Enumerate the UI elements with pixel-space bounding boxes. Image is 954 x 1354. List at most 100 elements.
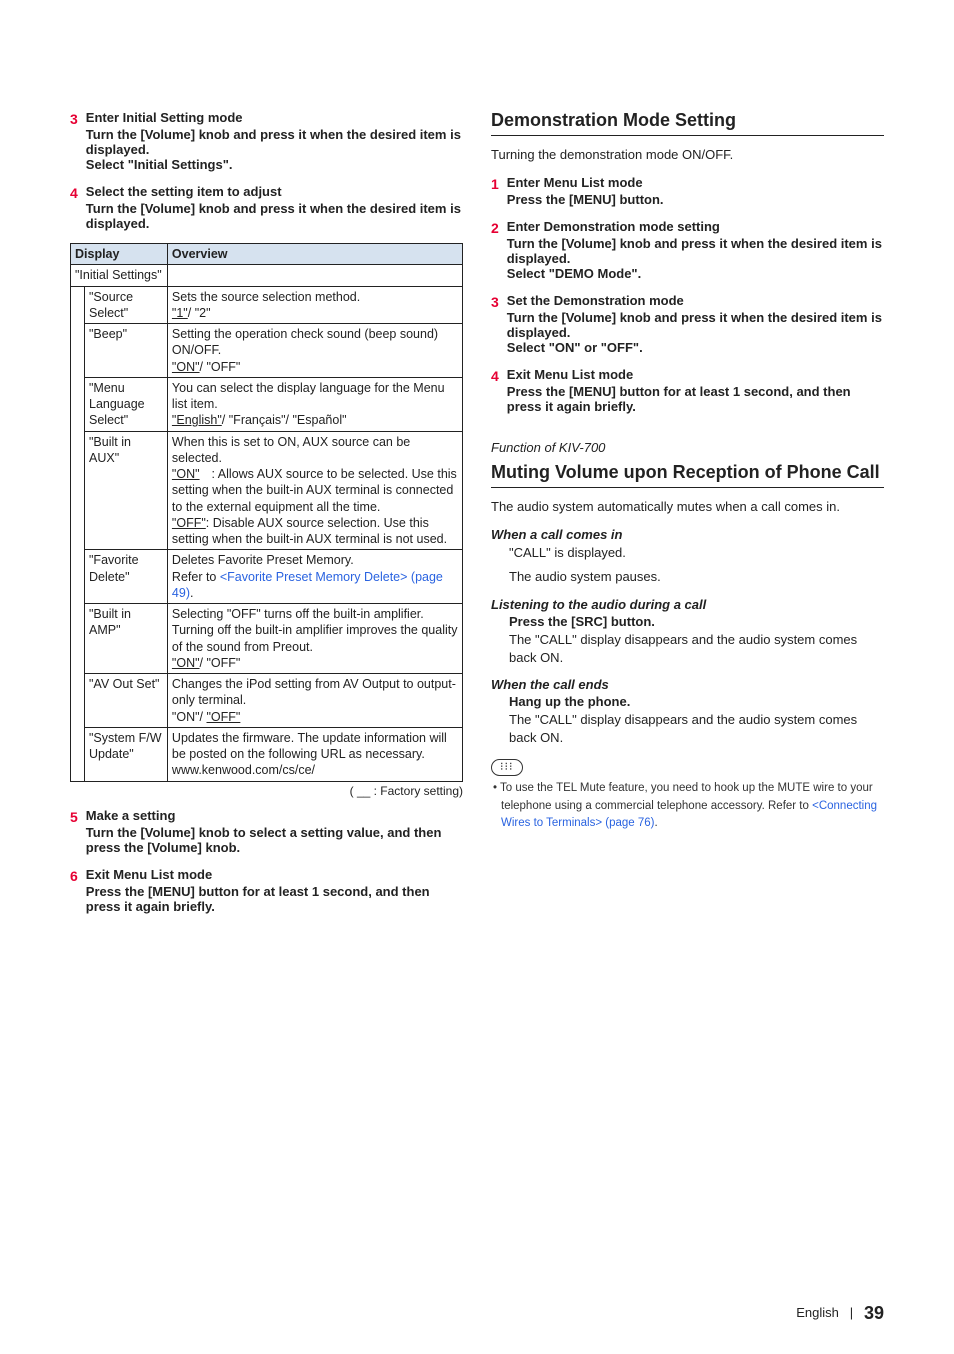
step-number: 4 — [491, 367, 499, 414]
ov-text: Changes the iPod setting from AV Output … — [172, 677, 456, 707]
row-source-select-ov: Sets the source selection method. "1"/ "… — [167, 286, 462, 324]
sub-when-call-comes: When a call comes in — [491, 527, 884, 542]
row-fav-delete-ov: Deletes Favorite Preset Memory. Refer to… — [167, 550, 462, 604]
step-action: Turn the [Volume] knob and press it when… — [507, 310, 884, 355]
right-column: Demonstration Mode Setting Turning the d… — [491, 110, 884, 926]
step-number: 3 — [70, 110, 78, 172]
ov-text: Deletes Favorite Preset Memory. — [172, 553, 354, 567]
row-built-in-aux-ov: When this is set to ON, AUX source can b… — [167, 431, 462, 550]
demo-intro: Turning the demonstration mode ON/OFF. — [491, 146, 884, 165]
sub-text: The "CALL" display disappears and the au… — [509, 631, 884, 667]
row-built-in-amp-ov: Selecting "OFF" turns off the built-in a… — [167, 604, 462, 674]
step-title: Select the setting item to adjust — [86, 184, 463, 199]
off-opt: "OFF" — [172, 516, 206, 530]
section-rule — [491, 487, 884, 488]
row-fw-update: "System F/W Update" — [85, 727, 168, 781]
function-of-label: Function of KIV-700 — [491, 440, 884, 455]
row-source-select: "Source Select" — [85, 286, 168, 324]
step-number: 1 — [491, 175, 499, 207]
row-initial-settings: "Initial Settings" — [71, 265, 168, 286]
step-action: Press the [MENU] button for at least 1 s… — [86, 884, 463, 914]
default-opt: "OFF" — [207, 710, 241, 724]
left-column: 3 Enter Initial Setting mode Turn the [V… — [70, 110, 463, 926]
step-number: 4 — [70, 184, 78, 231]
row-av-out-set-ov: Changes the iPod setting from AV Output … — [167, 674, 462, 728]
row-initial-settings-ov — [167, 265, 462, 286]
step-action: Turn the [Volume] knob and press it when… — [86, 127, 463, 172]
sub-line: The audio system pauses. — [509, 568, 884, 586]
tel-mute-note: • To use the TEL Mute feature, you need … — [501, 780, 884, 832]
off-desc: : Disable AUX source selection. Use this… — [172, 516, 447, 546]
step-action: Press the [MENU] button. — [507, 192, 884, 207]
ov-text: Selecting "OFF" turns off the built-in a… — [172, 607, 458, 654]
default-opt: "ON" — [172, 360, 200, 374]
factory-setting-note: ( __ : Factory setting) — [70, 784, 463, 798]
step-title: Enter Initial Setting mode — [86, 110, 463, 125]
step-title: Set the Demonstration mode — [507, 293, 884, 308]
demo-step-3: 3 Set the Demonstration mode Turn the [V… — [491, 293, 884, 355]
step-5: 5 Make a setting Turn the [Volume] knob … — [70, 808, 463, 855]
row-beep-ov: Setting the operation check sound (beep … — [167, 324, 462, 378]
ov-text: You can select the display language for … — [172, 381, 445, 411]
sub-text: The "CALL" display disappears and the au… — [509, 711, 884, 747]
indent-stub — [71, 604, 85, 674]
row-av-out-set: "AV Out Set" — [85, 674, 168, 728]
ov-text: Sets the source selection method. — [172, 290, 360, 304]
mute-intro: The audio system automatically mutes whe… — [491, 498, 884, 517]
footer-sep: | — [850, 1305, 853, 1320]
ov-text: Setting the operation check sound (beep … — [172, 327, 438, 357]
indent-stub — [71, 324, 85, 378]
default-opt: "1" — [172, 306, 188, 320]
indent-stub — [71, 674, 85, 728]
ov-pre: Refer to — [172, 570, 220, 584]
indent-stub — [71, 377, 85, 431]
step-title: Exit Menu List mode — [86, 867, 463, 882]
step-3: 3 Enter Initial Setting mode Turn the [V… — [70, 110, 463, 172]
row-built-in-aux: "Built in AUX" — [85, 431, 168, 550]
col-overview: Overview — [167, 244, 462, 265]
step-action: Turn the [Volume] knob to select a setti… — [86, 825, 463, 855]
step-number: 3 — [491, 293, 499, 355]
step-number: 6 — [70, 867, 78, 914]
sub-action: Press the [SRC] button. — [509, 614, 884, 629]
step-title: Enter Demonstration mode setting — [507, 219, 884, 234]
page-footer: English | 39 — [796, 1303, 884, 1324]
section-demo-title: Demonstration Mode Setting — [491, 110, 884, 131]
demo-step-2: 2 Enter Demonstration mode setting Turn … — [491, 219, 884, 281]
step-number: 2 — [491, 219, 499, 281]
ov-text: Updates the firmware. The update informa… — [172, 731, 447, 761]
demo-step-4: 4 Exit Menu List mode Press the [MENU] b… — [491, 367, 884, 414]
section-mute-title: Muting Volume upon Reception of Phone Ca… — [491, 461, 884, 484]
row-built-in-amp: "Built in AMP" — [85, 604, 168, 674]
indent-stub — [71, 431, 85, 550]
sub-call-ends: When the call ends — [491, 677, 884, 692]
ov-post: . — [190, 586, 193, 600]
step-number: 5 — [70, 808, 78, 855]
demo-step-1: 1 Enter Menu List mode Press the [MENU] … — [491, 175, 884, 207]
step-action: Turn the [Volume] knob and press it when… — [86, 201, 463, 231]
sub-action: Hang up the phone. — [509, 694, 884, 709]
sub-listening: Listening to the audio during a call — [491, 597, 884, 612]
row-menu-lang-ov: You can select the display language for … — [167, 377, 462, 431]
note-icon: ⁝⁝⁝ — [491, 759, 523, 776]
indent-stub — [71, 727, 85, 781]
section-rule — [491, 135, 884, 136]
default-opt: "English" — [172, 413, 222, 427]
sub-line: "CALL" is displayed. — [509, 544, 884, 562]
step-title: Make a setting — [86, 808, 463, 823]
row-fw-update-ov: Updates the firmware. The update informa… — [167, 727, 462, 781]
initial-settings-table: Display Overview "Initial Settings" "Sou… — [70, 243, 463, 782]
ov-url: www.kenwood.com/cs/ce/ — [172, 763, 315, 777]
col-display: Display — [71, 244, 168, 265]
row-beep: "Beep" — [85, 324, 168, 378]
row-menu-lang: "Menu Language Select" — [85, 377, 168, 431]
default-opt: "ON" — [172, 656, 200, 670]
row-fav-delete: "Favorite Delete" — [85, 550, 168, 604]
on-opt: "ON" — [172, 467, 200, 481]
page-number: 39 — [864, 1303, 884, 1323]
ov-text: When this is set to ON, AUX source can b… — [172, 435, 410, 465]
step-title: Enter Menu List mode — [507, 175, 884, 190]
step-6: 6 Exit Menu List mode Press the [MENU] b… — [70, 867, 463, 914]
note-post: . — [655, 817, 658, 829]
step-action: Press the [MENU] button for at least 1 s… — [507, 384, 884, 414]
